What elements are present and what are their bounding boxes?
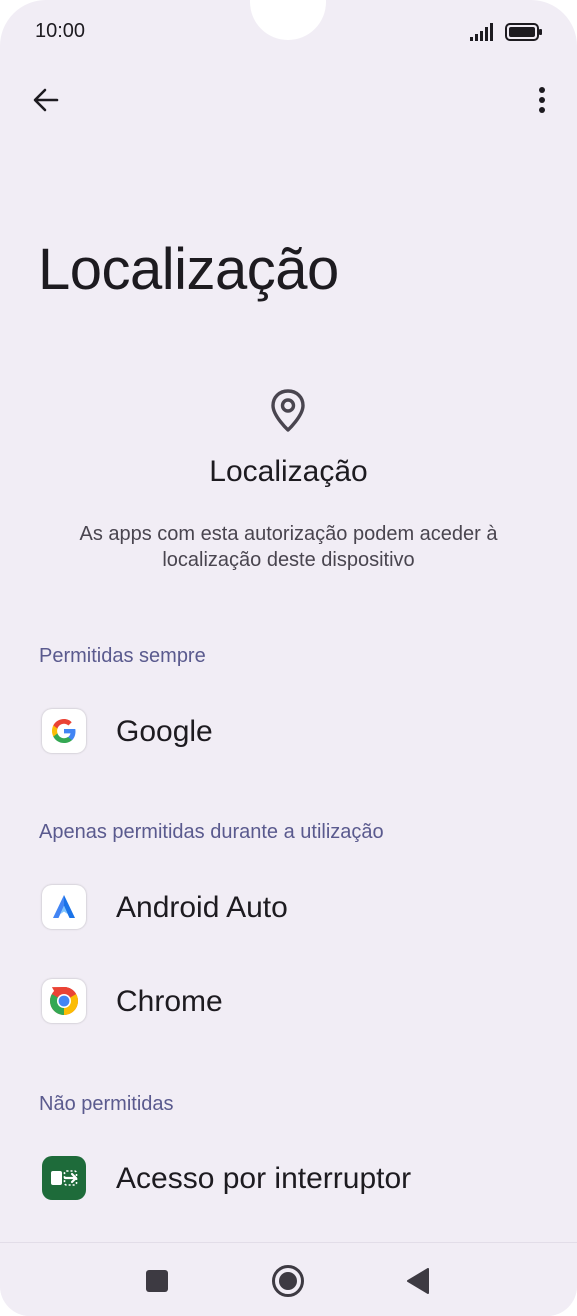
more-options-button[interactable] — [524, 82, 560, 118]
recents-button[interactable] — [137, 1261, 177, 1301]
back-nav-button[interactable] — [398, 1261, 438, 1301]
battery-icon — [505, 23, 542, 41]
page-title: Localização — [38, 237, 339, 302]
arrow-back-icon — [33, 88, 59, 112]
phone-screen: 10:00 Localização Localização As apps co… — [0, 0, 577, 1316]
android-auto-icon — [42, 885, 86, 929]
app-row-switch-access[interactable]: Acesso por interruptor — [0, 1135, 577, 1221]
camera-notch — [250, 0, 326, 40]
app-row-android-auto[interactable]: Android Auto — [0, 864, 577, 950]
google-icon — [42, 709, 86, 753]
more-vertical-icon — [539, 87, 545, 113]
navigation-bar — [0, 1242, 577, 1316]
home-circle-icon — [272, 1265, 304, 1297]
app-name: Acesso por interruptor — [116, 1162, 412, 1195]
location-pin-icon — [271, 389, 305, 432]
section-header-allowed-while-in-use: Apenas permitidas durante a utilização — [39, 821, 384, 843]
hero-title: Localização — [209, 455, 368, 488]
section-header-not-allowed: Não permitidas — [39, 1093, 174, 1115]
app-name: Android Auto — [116, 891, 288, 924]
app-name: Chrome — [116, 985, 223, 1018]
home-button[interactable] — [268, 1261, 308, 1301]
triangle-back-icon — [407, 1268, 429, 1294]
switch-access-icon — [42, 1156, 86, 1200]
signal-icon — [470, 23, 493, 41]
status-time: 10:00 — [35, 20, 86, 42]
chrome-icon — [42, 979, 86, 1023]
app-name: Google — [116, 715, 213, 748]
hero-description: As apps com esta autorização podem acede… — [79, 523, 498, 571]
square-icon — [146, 1270, 168, 1292]
section-header-allowed-always: Permitidas sempre — [39, 645, 206, 667]
app-row-google[interactable]: Google — [0, 688, 577, 774]
app-row-chrome[interactable]: Chrome — [0, 958, 577, 1044]
back-button[interactable] — [28, 82, 64, 118]
